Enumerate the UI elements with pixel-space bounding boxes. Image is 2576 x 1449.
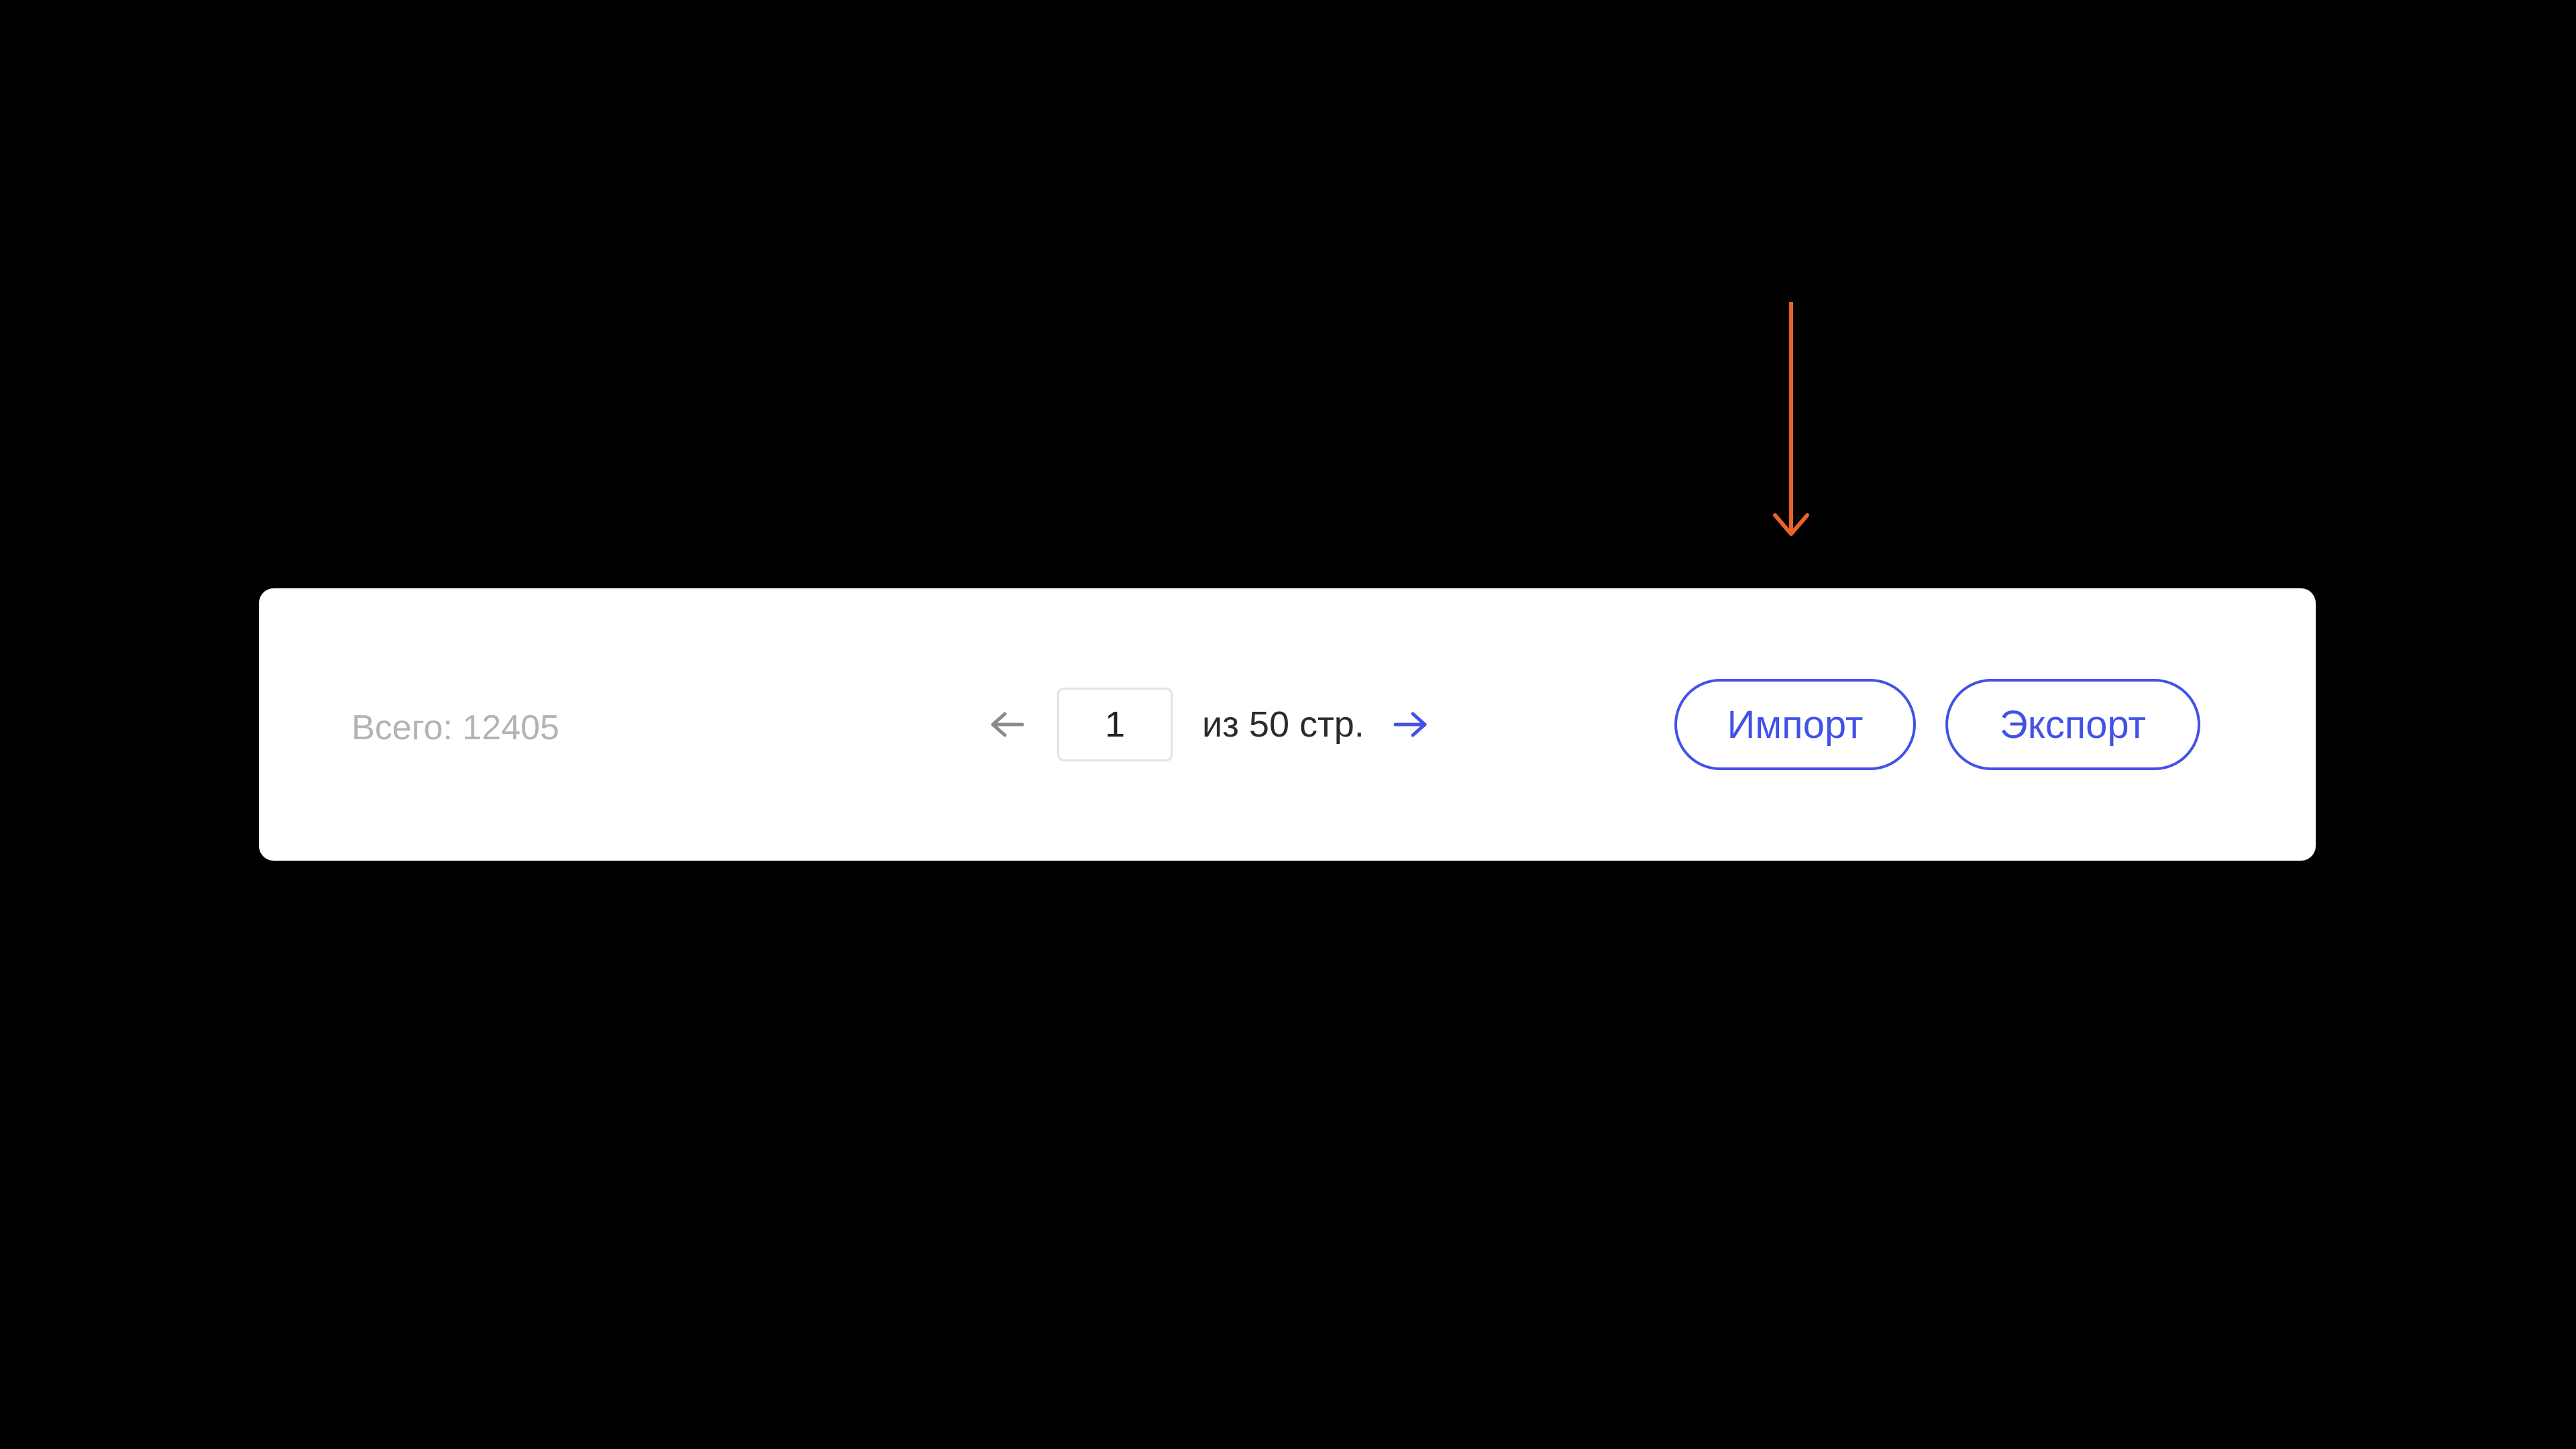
pager: из 50 стр. [983, 588, 1434, 861]
prev-page-button[interactable] [983, 700, 1032, 749]
page-number-input[interactable] [1057, 688, 1173, 761]
import-button[interactable]: Импорт [1674, 679, 1916, 770]
pagination-footer: Всего: 12405 из 50 стр. Импорт Экспорт [259, 588, 2316, 861]
arrow-right-icon [1393, 712, 1427, 737]
annotation-arrow-down-icon [1773, 302, 1809, 536]
page-count-label: из 50 стр. [1202, 704, 1364, 745]
action-buttons: Импорт Экспорт [1674, 588, 2200, 861]
export-button[interactable]: Экспорт [1945, 679, 2200, 770]
total-count: Всего: 12405 [352, 708, 559, 747]
arrow-left-icon [991, 712, 1024, 737]
stage: Всего: 12405 из 50 стр. Импорт Экспорт [0, 0, 2576, 1449]
next-page-button[interactable] [1386, 700, 1434, 749]
